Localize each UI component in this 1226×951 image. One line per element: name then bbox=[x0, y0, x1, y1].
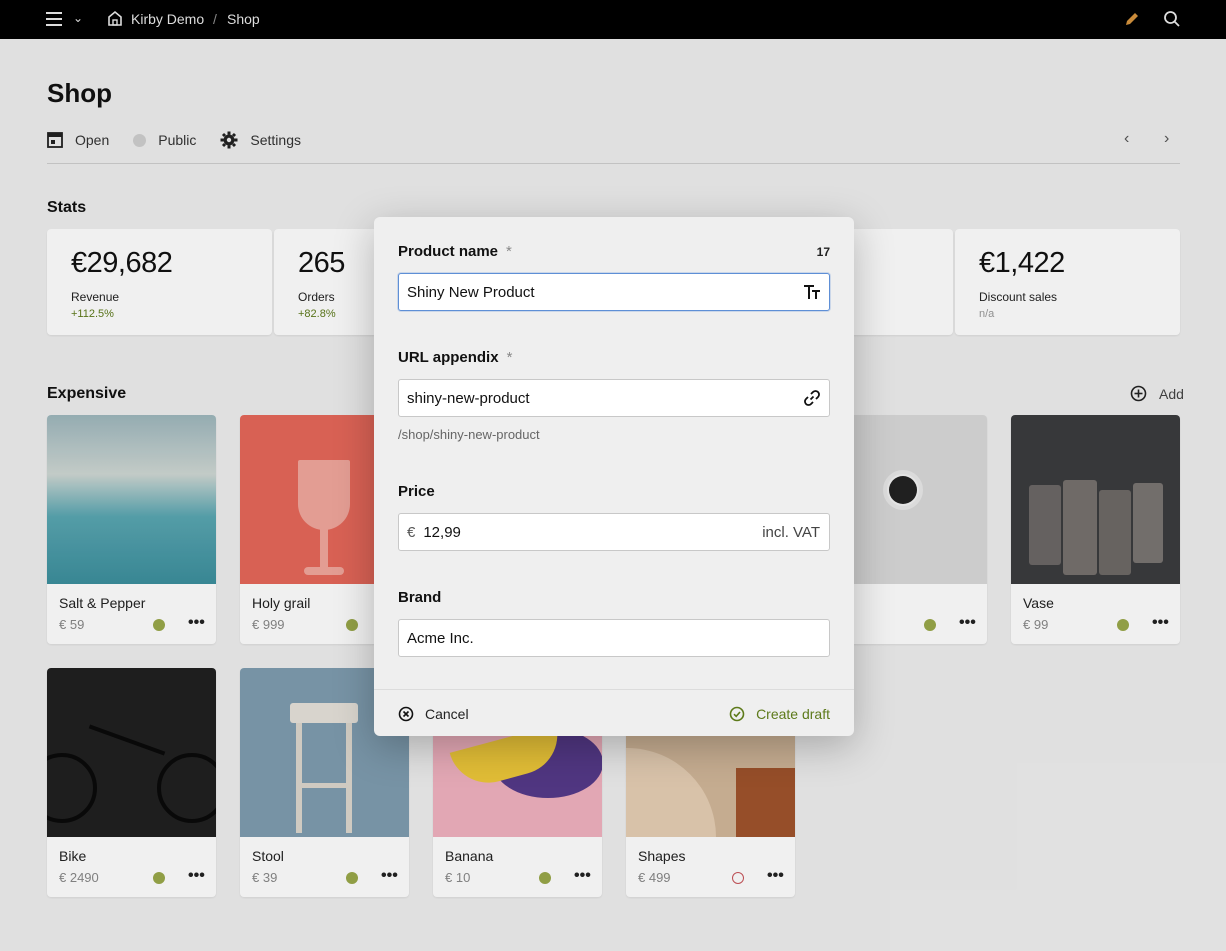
menu-icon[interactable] bbox=[46, 11, 64, 27]
price-suffix: incl. VAT bbox=[762, 523, 820, 541]
url-value: shiny-new-product bbox=[407, 389, 530, 407]
brand-value: Acme Inc. bbox=[407, 629, 474, 647]
pencil-icon[interactable] bbox=[1123, 10, 1141, 33]
create-draft-label: Create draft bbox=[756, 706, 830, 722]
search-icon[interactable] bbox=[1163, 10, 1181, 33]
currency-prefix: € bbox=[407, 523, 416, 541]
create-draft-button[interactable]: Create draft bbox=[729, 706, 830, 722]
link-icon[interactable] bbox=[803, 389, 821, 411]
check-circle-icon bbox=[729, 706, 745, 722]
required-marker: * bbox=[506, 349, 513, 366]
product-name-label: Product name * bbox=[398, 243, 512, 260]
cancel-label: Cancel bbox=[425, 706, 469, 722]
brand-input[interactable]: Acme Inc. bbox=[398, 619, 830, 657]
breadcrumb-site[interactable]: Kirby Demo bbox=[131, 11, 204, 27]
product-name-label-text: Product name bbox=[398, 243, 499, 260]
topbar: ⌄ Kirby Demo / Shop bbox=[0, 0, 1226, 39]
required-marker: * bbox=[506, 243, 512, 260]
cancel-icon bbox=[398, 706, 414, 722]
chevron-down-icon[interactable]: ⌄ bbox=[73, 11, 83, 25]
breadcrumb-page[interactable]: Shop bbox=[227, 11, 260, 27]
price-label: Price bbox=[398, 483, 435, 500]
url-preview-help: /shop/shiny-new-product bbox=[398, 427, 540, 442]
breadcrumb-separator: / bbox=[213, 11, 217, 27]
price-input[interactable]: € 12,99 incl. VAT bbox=[398, 513, 830, 551]
dialog-footer: Cancel Create draft bbox=[374, 689, 854, 736]
character-counter: 17 bbox=[816, 245, 830, 259]
url-appendix-label: URL appendix * bbox=[398, 349, 512, 366]
url-label-text: URL appendix bbox=[398, 349, 499, 366]
create-product-dialog: Product name * 17 Shiny New Product URL a… bbox=[374, 217, 854, 736]
product-name-input[interactable]: Shiny New Product bbox=[398, 273, 830, 311]
cancel-button[interactable]: Cancel bbox=[398, 706, 469, 722]
price-value: 12,99 bbox=[423, 523, 461, 541]
home-icon[interactable] bbox=[107, 10, 123, 32]
brand-label: Brand bbox=[398, 589, 442, 606]
product-name-value: Shiny New Product bbox=[407, 283, 535, 301]
url-appendix-input[interactable]: shiny-new-product bbox=[398, 379, 830, 417]
title-icon bbox=[803, 283, 821, 305]
